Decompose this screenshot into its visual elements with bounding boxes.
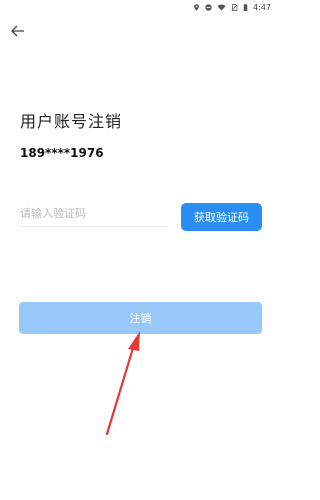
get-code-button[interactable]: 获取验证码 — [181, 203, 262, 231]
cancel-account-button[interactable]: 注销 — [19, 302, 262, 334]
phone-number: 189****1976 — [20, 146, 104, 160]
annotation-arrow — [105, 331, 140, 436]
page-title: 用户账号注销 — [20, 112, 123, 131]
wifi-icon — [217, 4, 226, 11]
location-icon — [194, 3, 199, 11]
status-bar: 4:47 — [0, 0, 281, 14]
no-sim-icon — [231, 3, 238, 11]
verification-code-input[interactable] — [20, 200, 168, 227]
back-arrow-icon[interactable] — [10, 23, 26, 39]
do-not-disturb-icon — [205, 3, 212, 11]
status-time: 4:47 — [253, 2, 271, 12]
battery-icon — [243, 3, 248, 11]
account-cancellation-screen: 4:47 用户账号注销 189****1976 获取验证码 注销 — [0, 0, 281, 500]
